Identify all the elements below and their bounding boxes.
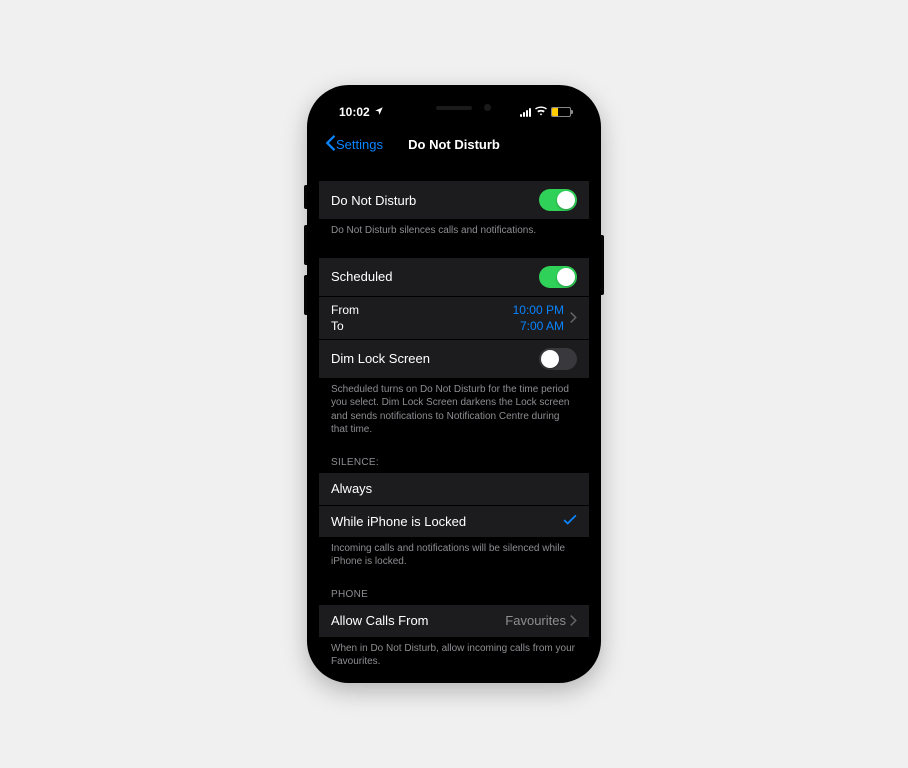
scheduled-row: Scheduled bbox=[319, 258, 589, 296]
from-value: 10:00 PM bbox=[513, 303, 564, 317]
dnd-label: Do Not Disturb bbox=[331, 193, 416, 208]
scheduled-toggle[interactable] bbox=[539, 266, 577, 288]
battery-icon bbox=[551, 107, 571, 117]
nav-bar: Settings Do Not Disturb bbox=[319, 127, 589, 161]
allow-calls-value: Favourites bbox=[505, 613, 566, 628]
chevron-right-icon bbox=[570, 615, 577, 626]
check-icon bbox=[563, 514, 577, 529]
volume-up-button bbox=[304, 225, 307, 265]
speaker bbox=[436, 106, 472, 110]
content[interactable]: Do Not Disturb Do Not Disturb silences c… bbox=[319, 161, 589, 671]
to-label: To bbox=[331, 319, 513, 333]
silence-always-row[interactable]: Always bbox=[319, 473, 589, 505]
dim-lock-toggle[interactable] bbox=[539, 348, 577, 370]
screen: 10:02 Se bbox=[319, 97, 589, 671]
scheduled-footer: Scheduled turns on Do Not Disturb for th… bbox=[319, 378, 589, 437]
phone-header: PHONE bbox=[319, 589, 589, 605]
cellular-icon bbox=[520, 107, 531, 117]
notch bbox=[389, 97, 519, 119]
scheduled-label: Scheduled bbox=[331, 269, 392, 284]
silence-header: SILENCE: bbox=[319, 457, 589, 473]
dnd-row: Do Not Disturb bbox=[319, 181, 589, 219]
from-label: From bbox=[331, 303, 513, 317]
to-value: 7:00 AM bbox=[513, 319, 564, 333]
phone-frame: 10:02 Se bbox=[307, 85, 601, 683]
location-icon bbox=[374, 105, 384, 119]
schedule-time-row[interactable]: From To 10:00 PM 7:00 AM bbox=[319, 296, 589, 339]
phone-footer: When in Do Not Disturb, allow incoming c… bbox=[319, 637, 589, 669]
silence-footer: Incoming calls and notifications will be… bbox=[319, 537, 589, 569]
chevron-left-icon bbox=[325, 135, 336, 154]
dim-lock-row: Dim Lock Screen bbox=[319, 339, 589, 378]
status-time: 10:02 bbox=[339, 105, 370, 119]
silence-always-label: Always bbox=[331, 481, 372, 496]
wifi-icon bbox=[535, 105, 547, 119]
allow-calls-row[interactable]: Allow Calls From Favourites bbox=[319, 605, 589, 637]
back-label: Settings bbox=[336, 137, 383, 152]
back-button[interactable]: Settings bbox=[325, 135, 383, 154]
front-camera bbox=[484, 104, 491, 111]
silence-locked-label: While iPhone is Locked bbox=[331, 514, 466, 529]
page-title: Do Not Disturb bbox=[408, 137, 500, 152]
volume-down-button bbox=[304, 275, 307, 315]
silence-locked-row[interactable]: While iPhone is Locked bbox=[319, 505, 589, 537]
dim-lock-label: Dim Lock Screen bbox=[331, 351, 430, 366]
power-button bbox=[601, 235, 604, 295]
allow-calls-label: Allow Calls From bbox=[331, 613, 429, 628]
dnd-toggle[interactable] bbox=[539, 189, 577, 211]
mute-switch bbox=[304, 185, 307, 209]
chevron-right-icon bbox=[570, 312, 577, 323]
dnd-footer: Do Not Disturb silences calls and notifi… bbox=[319, 219, 589, 238]
